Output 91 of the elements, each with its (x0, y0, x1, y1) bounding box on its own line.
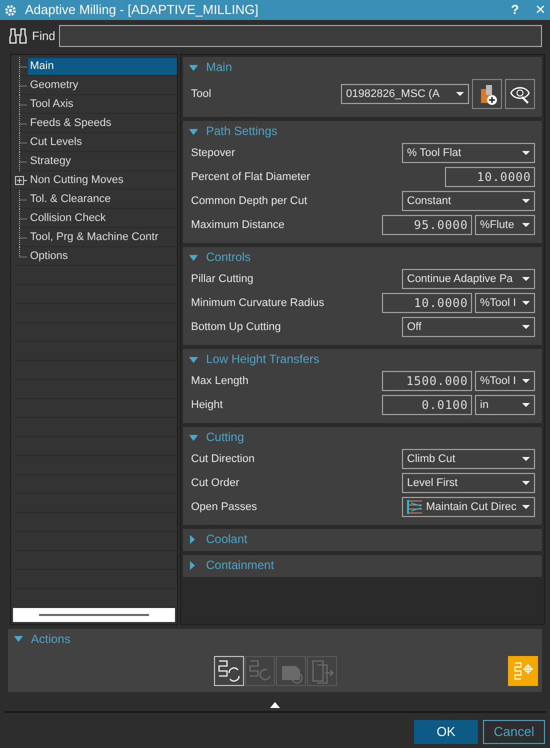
section-title: Coolant (206, 531, 248, 548)
tree-item[interactable]: Options (28, 248, 70, 264)
tree-connector-icon (19, 95, 28, 114)
expand-arrow-icon[interactable] (270, 702, 280, 708)
section-title: Actions (31, 631, 70, 648)
field-label: Stepover (191, 146, 236, 161)
tree-item[interactable]: Geometry (28, 76, 80, 94)
section-title: Main (206, 59, 232, 76)
passes-icon (407, 499, 423, 515)
gear-icon (4, 4, 17, 16)
tree-connector-icon (19, 133, 28, 152)
dropdown[interactable]: in (475, 395, 535, 415)
tree-connector-icon (19, 57, 28, 76)
tree-item[interactable]: Tool Axis (28, 96, 76, 112)
dropdown[interactable]: Off (402, 317, 535, 337)
find-field[interactable] (59, 25, 542, 47)
caret-icon (522, 301, 530, 305)
field-label: Maximum Distance (191, 218, 286, 233)
caret-icon (456, 92, 464, 96)
close-button[interactable]: ✕ (535, 0, 546, 20)
tree-item[interactable]: Main (28, 58, 177, 74)
binoculars-icon (8, 26, 28, 46)
dropdown[interactable]: % Tool Flat (402, 143, 535, 163)
field-label: Cut Direction (191, 452, 256, 467)
expand-icon[interactable] (15, 176, 28, 184)
caret-icon (522, 457, 530, 461)
dropdown[interactable]: Maintain Cut Direc (402, 497, 535, 517)
add-tool-button[interactable] (472, 79, 502, 109)
number-field[interactable]: 10.0000 (445, 167, 535, 187)
field-label: Percent of Flat Diameter (191, 170, 312, 185)
tree-connector-icon (19, 114, 28, 133)
field-label: Open Passes (191, 500, 258, 515)
field-label: Cut Order (191, 476, 240, 491)
find-label: Find (32, 28, 56, 45)
section-title: Cutting (206, 429, 244, 446)
dropdown[interactable]: 01982826_MSC (A (341, 84, 469, 104)
caret-icon (522, 403, 530, 407)
tree-item[interactable]: Non Cutting Moves (28, 172, 126, 188)
caret-icon (522, 277, 530, 281)
collapse-arrow-icon[interactable] (189, 356, 198, 362)
number-field[interactable]: 10.0000 (382, 293, 472, 313)
number-field[interactable]: 0.0100 (382, 395, 472, 415)
tree-connector-icon (19, 190, 28, 209)
field-label: Bottom Up Cutting (191, 320, 282, 335)
collapse-arrow-icon[interactable] (14, 636, 23, 642)
collapse-arrow-icon[interactable] (189, 128, 198, 134)
section-title: Path Settings (206, 123, 278, 140)
cancel-button[interactable]: Cancel (483, 720, 545, 744)
caret-icon (522, 325, 530, 329)
section-title: Controls (206, 249, 251, 266)
path-target-icon (512, 660, 534, 682)
dropdown[interactable]: %Flute (475, 215, 535, 235)
tree-item[interactable]: Strategy (28, 152, 73, 170)
collapse-arrow-icon[interactable] (189, 64, 198, 70)
caret-icon (522, 505, 530, 509)
field-label: Minimum Curvature Radius (191, 296, 326, 311)
edit-tool-button[interactable] (505, 79, 535, 109)
dropdown[interactable]: %Tool I (475, 293, 535, 313)
tree-item[interactable]: Tol. & Clearance (28, 190, 113, 208)
tree-item[interactable]: Feeds & Speeds (28, 114, 114, 132)
tree-item[interactable]: Cut Levels (28, 134, 84, 150)
field-label: Max Length (191, 374, 250, 389)
section-title: Low Height Transfers (206, 351, 320, 368)
scrollbar[interactable] (13, 608, 175, 622)
field-label: Height (191, 398, 224, 413)
dropdown[interactable]: Continue Adaptive Pa (402, 269, 535, 289)
ok-button[interactable]: OK (414, 720, 478, 744)
field-label: Common Depth per Cut (191, 194, 308, 209)
number-field[interactable]: 1500.000 (382, 371, 472, 391)
field-label: Tool (191, 86, 212, 102)
help-button[interactable]: ? (511, 0, 519, 20)
number-field[interactable]: 95.0000 (382, 215, 472, 235)
dropdown[interactable]: Climb Cut (402, 449, 535, 469)
collapse-arrow-icon[interactable] (189, 254, 198, 260)
dropdown[interactable]: Level First (402, 473, 535, 493)
caret-icon (522, 223, 530, 227)
tree-connector-icon (19, 209, 28, 228)
window-title: Adaptive Milling - [ADAPTIVE_MILLING] (25, 1, 260, 20)
tree-item[interactable]: Collision Check (28, 210, 108, 226)
section-title: Containment (206, 557, 274, 574)
caret-icon (522, 379, 530, 383)
caret-icon (522, 481, 530, 485)
dropdown[interactable]: Constant (402, 191, 535, 211)
tree-connector-icon (19, 152, 28, 171)
tree-connector-icon (19, 76, 28, 95)
dropdown[interactable]: %Tool I (475, 371, 535, 391)
collapse-arrow-icon[interactable] (189, 434, 198, 440)
tree-item[interactable]: Tool, Prg & Machine Contr (28, 228, 160, 246)
caret-icon (522, 199, 530, 203)
field-label: Pillar Cutting (191, 272, 254, 287)
caret-icon (522, 151, 530, 155)
